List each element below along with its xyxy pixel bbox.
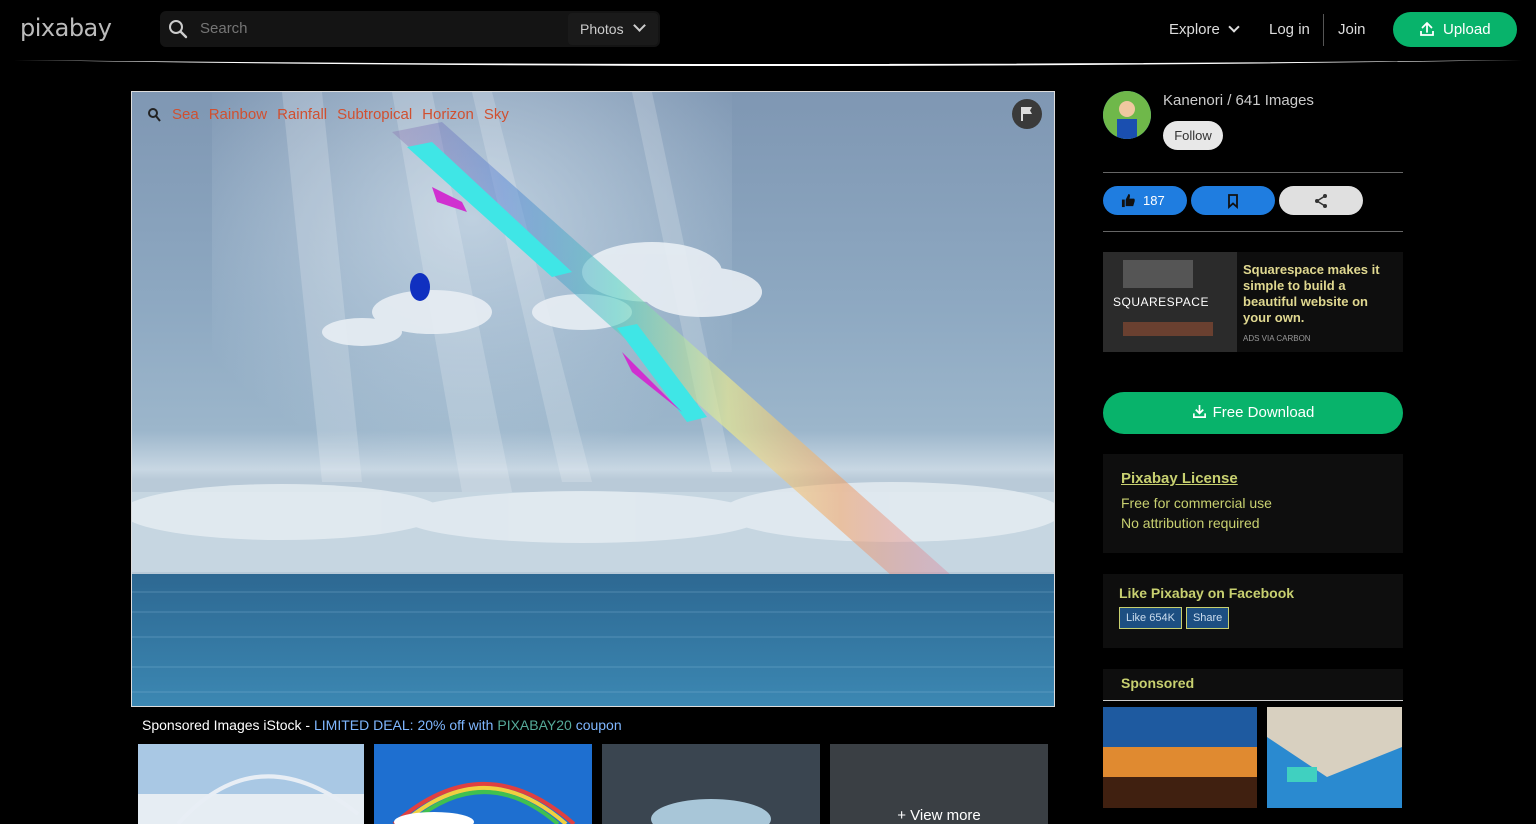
author-avatar[interactable] [1103,91,1151,139]
storm-thumb-image [602,744,820,824]
follow-button[interactable]: Follow [1163,121,1223,150]
rainbow-thumb-image [138,744,364,824]
tag-link[interactable]: Sky [484,106,509,124]
share-icon [1315,194,1327,208]
license-title[interactable]: Pixabay License [1121,470,1385,487]
media-type-dropdown[interactable]: Photos [568,13,658,45]
flag-icon [1021,107,1032,121]
facebook-like-button[interactable]: Like 654K [1119,607,1182,629]
license-description: Free for commercial use No attribution r… [1121,495,1272,531]
main-photo[interactable] [131,91,1055,707]
pixabay-logo[interactable]: pixabay [20,14,112,42]
tag-link[interactable]: Subtropical [337,106,412,124]
view-more-link[interactable]: + View more [830,807,1048,824]
ad-brand: SQUARESPACE [1113,295,1209,309]
like-button[interactable]: 187 [1103,186,1187,215]
coupon-code[interactable]: PIXABAY20 [497,717,571,733]
sponsored-thumbnail[interactable] [374,744,592,824]
sponsored-prefix: Sponsored Images iStock - [142,717,314,733]
ad-attribution[interactable]: ADS VIA CARBON [1243,334,1311,343]
search-bar: Photos [160,11,660,47]
tag-list: Sea Rainbow Rainfall Subtropical Horizon… [146,106,509,124]
tag-link[interactable]: Sea [172,106,199,124]
like-count: 187 [1143,193,1165,208]
explore-menu[interactable]: Explore [1169,21,1240,38]
media-type-label: Photos [580,21,624,37]
facebook-buttons: Like 654K Share [1119,607,1387,629]
sponsored-images-bar: Sponsored Images iStock - LIMITED DEAL: … [142,717,622,733]
tag-link[interactable]: Rainfall [277,106,327,124]
search-icon[interactable] [168,19,188,39]
login-link[interactable]: Log in [1269,21,1310,38]
rainbow-sea-image [132,92,1054,706]
chevron-down-icon [633,19,646,32]
sponsored-thumbnail[interactable] [138,744,364,824]
view-more-thumbnail[interactable]: + View more [830,744,1048,824]
sponsored-thumbnail[interactable] [602,744,820,824]
ad-image: SQUARESPACE [1103,252,1237,352]
report-button[interactable] [1012,99,1042,129]
deal-link[interactable]: LIMITED DEAL: 20% off with [314,717,497,733]
download-label: Free Download [1212,404,1315,421]
tag-link[interactable]: Rainbow [209,106,267,124]
facebook-title: Like Pixabay on Facebook [1119,585,1295,601]
bookmark-button[interactable] [1191,186,1275,215]
deal-suffix: coupon [571,717,622,733]
free-download-button[interactable]: Free Download [1103,392,1403,434]
carbon-ad[interactable]: SQUARESPACE Squarespace makes it simple … [1103,252,1403,352]
share-button[interactable] [1279,186,1363,215]
upload-label: Upload [1443,21,1491,38]
join-link[interactable]: Join [1338,21,1366,38]
avatar-image [1103,91,1151,139]
chevron-down-icon [1228,21,1240,33]
tag-search-icon [148,108,161,122]
ad-text[interactable]: Squarespace makes it simple to build a b… [1243,262,1399,326]
rainbow-thumb-image [374,744,592,824]
sidebar-divider [1103,172,1403,173]
sponsored-heading: Sponsored [1103,669,1403,701]
header-divider [14,60,1522,66]
download-icon [1192,404,1206,418]
sidebar-divider [1103,231,1403,232]
top-navigation-bar: pixabay Photos Explore Log in Join Uploa… [0,0,1536,60]
sunset-thumb-image [1103,707,1257,808]
thumbs-up-icon [1121,193,1135,208]
upload-icon [1420,22,1434,36]
facebook-share-button[interactable]: Share [1185,607,1230,629]
nav-divider [1323,14,1324,46]
tag-link[interactable]: Horizon [422,106,474,124]
license-box: Pixabay License Free for commercial use … [1103,454,1403,553]
sponsored-thumbnail[interactable] [1267,707,1402,808]
facebook-widget: Like Pixabay on Facebook Like 654K Share [1103,574,1403,648]
author-name[interactable]: Kanenori / 641 Images [1163,92,1314,109]
beach-thumb-image [1267,707,1402,808]
search-input[interactable] [200,20,520,37]
sponsored-thumbnail[interactable] [1103,707,1257,808]
upload-button[interactable]: Upload [1393,12,1517,47]
explore-label: Explore [1169,21,1220,38]
bookmark-icon [1228,194,1238,209]
